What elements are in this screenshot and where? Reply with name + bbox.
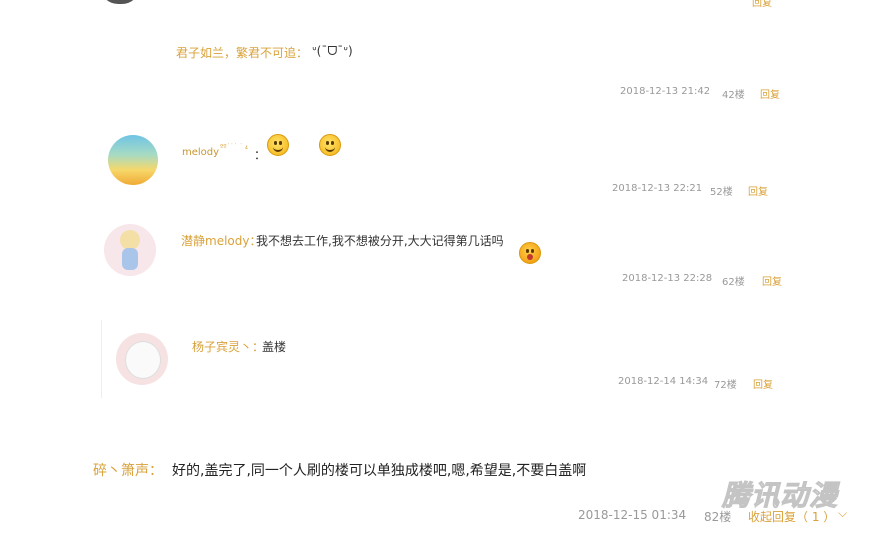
- divider: [101, 320, 102, 398]
- avatar[interactable]: [104, 224, 156, 276]
- comment-text: 好的,盖完了,同一个人刷的楼可以单独成楼吧,嗯,希望是,不要白盖啊: [172, 463, 587, 479]
- smile-emoji-icon: [267, 134, 289, 156]
- reply-button[interactable]: 回复: [760, 86, 780, 101]
- author-suffix: ºº˙˙˙ ˙ ₄: [220, 143, 248, 151]
- partial-reply-button[interactable]: 回复: [752, 0, 772, 9]
- comment-floor: 62楼: [722, 277, 745, 288]
- smile-emoji-icon: [319, 134, 342, 156]
- comment-date: 2018-12-15 01:34: [578, 508, 687, 522]
- avatar[interactable]: [116, 333, 168, 385]
- comment-date: 2018-12-13 22:21: [612, 183, 703, 194]
- comment-52: melody ºº˙˙˙ ˙ ₄ ： 2018-12-13 22:21 52楼 …: [0, 0, 880, 198]
- avatar[interactable]: [108, 135, 158, 185]
- comment-date: 2018-12-13 22:28: [622, 273, 713, 284]
- comment-date: 2018-12-14 14:34: [618, 376, 709, 387]
- reply-button[interactable]: 回复: [748, 183, 768, 198]
- reply-button[interactable]: 回复: [762, 273, 782, 288]
- comment-author[interactable]: 碎丶箫声：: [93, 460, 163, 480]
- comment-text: 盖楼: [262, 340, 287, 354]
- comment-date: 2018-12-13 21:42: [620, 86, 711, 97]
- comment-floor: 72楼: [714, 380, 737, 391]
- shocked-emoji-icon: [519, 242, 541, 264]
- comment-author[interactable]: melody: [182, 147, 219, 158]
- comment-colon: ：: [254, 148, 267, 162]
- comment-author[interactable]: 杨子宾灵丶：: [192, 338, 264, 355]
- comment-author[interactable]: 潜静melody：: [181, 232, 261, 249]
- comment-62: 潜静melody： 我不想去工作,我不想被分开,大大记得第几话吗 2018-12…: [0, 22, 880, 288]
- comment-author[interactable]: 君子如兰，繁君不可追：: [176, 44, 308, 61]
- comment-floor: 42楼: [722, 90, 745, 101]
- reply-button[interactable]: 回复: [753, 376, 773, 391]
- comment-text: 我不想去工作,我不想被分开,大大记得第几话吗: [256, 234, 504, 248]
- partial-meta: [612, 0, 615, 5]
- comment-text: ᐡ(¯ᗜ¯ᐡ): [312, 44, 353, 58]
- watermark-logo: 腾讯动漫: [721, 479, 839, 513]
- comment-floor: 52楼: [710, 187, 733, 198]
